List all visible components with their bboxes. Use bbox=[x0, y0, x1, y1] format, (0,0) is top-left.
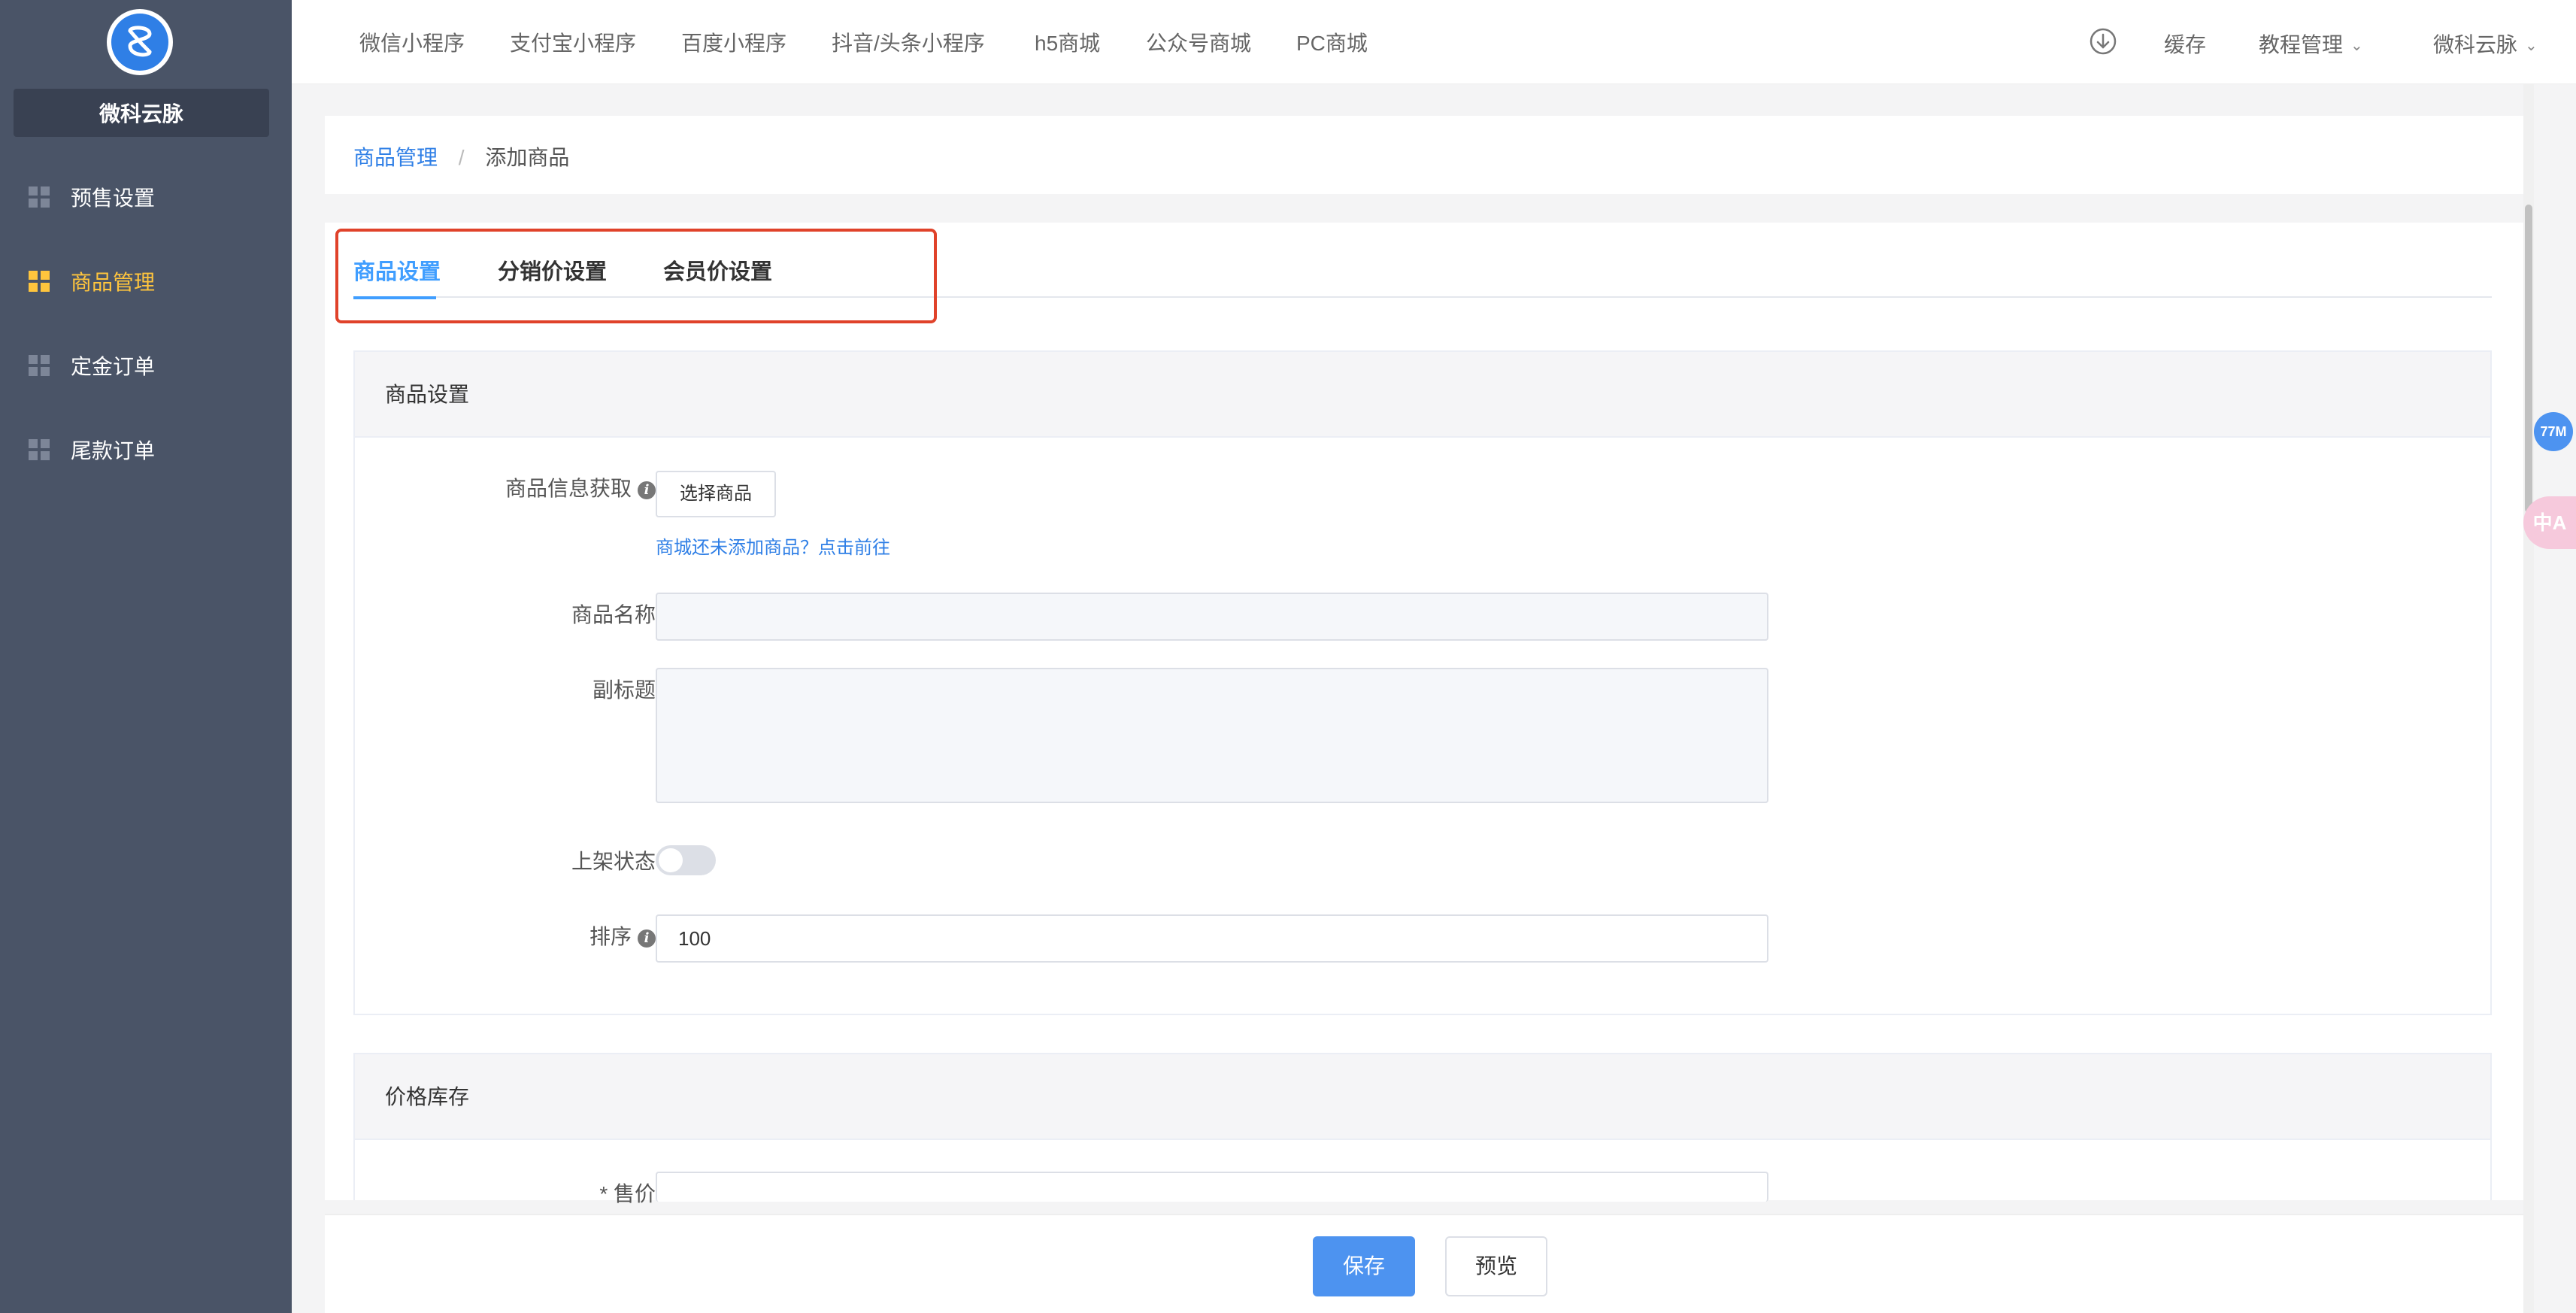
bottom-action-bar: 保存 预览 bbox=[325, 1214, 2534, 1313]
highlight-annotation-box bbox=[335, 229, 937, 323]
sort-label-text: 排序 bbox=[589, 925, 632, 948]
sidebar-item-label: 尾款订单 bbox=[71, 439, 156, 462]
sidebar: 微科云脉 预售设置 商品管理 定金订单 尾款订单 bbox=[0, 0, 292, 1313]
sidebar-item-label: 商品管理 bbox=[71, 271, 156, 294]
sort-input[interactable]: 100 bbox=[656, 914, 1768, 963]
translate-widget[interactable]: 中A bbox=[2523, 496, 2576, 549]
section-title: 价格库存 bbox=[355, 1054, 2490, 1140]
listing-status-label: 上架状态 bbox=[571, 850, 656, 873]
grid-icon bbox=[29, 355, 50, 376]
breadcrumb: 商品管理 / 添加商品 bbox=[353, 141, 569, 171]
price-stock-section: 价格库存 * 售价 bbox=[353, 1053, 2492, 1205]
save-button[interactable]: 保存 bbox=[1313, 1236, 1415, 1296]
topnav-h5-mall[interactable]: h5商城 bbox=[1035, 27, 1100, 57]
subtitle-textarea[interactable] bbox=[656, 668, 1768, 803]
goods-name-input[interactable] bbox=[656, 593, 1768, 641]
price-label: * 售价 bbox=[599, 1182, 656, 1205]
grid-icon bbox=[29, 186, 50, 208]
grid-icon bbox=[29, 271, 50, 292]
goods-name-label: 商品名称 bbox=[571, 603, 656, 626]
goods-fetch-label-text: 商品信息获取 bbox=[505, 477, 632, 500]
topnav-alipay-miniapp[interactable]: 支付宝小程序 bbox=[510, 27, 636, 57]
sort-label: 排序 i bbox=[430, 920, 656, 951]
account-menu-label: 微科云脉 bbox=[2433, 33, 2518, 56]
top-bar: 微信小程序 支付宝小程序 百度小程序 抖音/头条小程序 h5商城 公众号商城 P… bbox=[292, 0, 2576, 84]
cache-link[interactable]: 缓存 bbox=[2164, 29, 2206, 59]
sidebar-item-label: 预售设置 bbox=[71, 186, 156, 210]
breadcrumb-card: 商品管理 / 添加商品 bbox=[325, 116, 2534, 194]
download-icon[interactable] bbox=[2089, 27, 2117, 56]
scrollbar-thumb[interactable] bbox=[2525, 205, 2532, 513]
sidebar-item-label: 定金订单 bbox=[71, 355, 156, 378]
listing-status-toggle[interactable] bbox=[656, 845, 716, 875]
info-icon[interactable]: i bbox=[638, 481, 656, 499]
tutorial-menu-label: 教程管理 bbox=[2259, 33, 2344, 56]
grid-icon bbox=[29, 439, 50, 460]
breadcrumb-goods-management[interactable]: 商品管理 bbox=[353, 146, 438, 169]
subtitle-label: 副标题 bbox=[592, 678, 656, 702]
brand-name: 微科云脉 bbox=[14, 89, 269, 137]
chevron-down-icon: ⌄ bbox=[2525, 38, 2538, 54]
topnav-official-account-mall[interactable]: 公众号商城 bbox=[1146, 27, 1251, 57]
page-scrollbar[interactable] bbox=[2523, 84, 2534, 1313]
preview-button[interactable]: 预览 bbox=[1445, 1236, 1547, 1296]
goods-fetch-label: 商品信息获取 i bbox=[430, 472, 656, 502]
breadcrumb-separator: / bbox=[458, 146, 465, 169]
toggle-knob bbox=[659, 848, 683, 872]
logo-mark-icon bbox=[111, 14, 168, 71]
section-title: 商品设置 bbox=[355, 352, 2490, 438]
info-icon[interactable]: i bbox=[638, 929, 656, 948]
memory-usage-badge[interactable]: 77M bbox=[2534, 412, 2573, 451]
select-goods-button[interactable]: 选择商品 bbox=[656, 471, 776, 517]
add-goods-hint-link[interactable]: 商城还未添加商品？点击前往 bbox=[656, 532, 890, 559]
form-card: 商品设置 分销价设置 会员价设置 商品设置 商品信息获取 i 选择商品 商城还未添… bbox=[325, 223, 2534, 1205]
topnav-baidu-miniapp[interactable]: 百度小程序 bbox=[681, 27, 786, 57]
goods-settings-section: 商品设置 商品信息获取 i 选择商品 商城还未添加商品？点击前往 商品名称 副标题… bbox=[353, 350, 2492, 1015]
app-logo[interactable] bbox=[107, 9, 173, 75]
topnav-douyin-miniapp[interactable]: 抖音/头条小程序 bbox=[832, 27, 985, 57]
topnav-wechat-miniapp[interactable]: 微信小程序 bbox=[359, 27, 465, 57]
sidebar-item-deposit-orders[interactable]: 定金订单 bbox=[0, 328, 292, 403]
breadcrumb-current: 添加商品 bbox=[485, 146, 570, 169]
chevron-down-icon: ⌄ bbox=[2350, 38, 2363, 54]
price-input[interactable] bbox=[656, 1172, 1768, 1202]
sidebar-item-balance-orders[interactable]: 尾款订单 bbox=[0, 412, 292, 487]
topnav-pc-mall[interactable]: PC商城 bbox=[1296, 27, 1368, 57]
tutorial-menu[interactable]: 教程管理 ⌄ bbox=[2259, 29, 2363, 59]
sidebar-item-goods-management[interactable]: 商品管理 bbox=[0, 244, 292, 319]
sidebar-item-presale-settings[interactable]: 预售设置 bbox=[0, 159, 292, 235]
account-menu[interactable]: 微科云脉 ⌄ bbox=[2433, 29, 2538, 59]
